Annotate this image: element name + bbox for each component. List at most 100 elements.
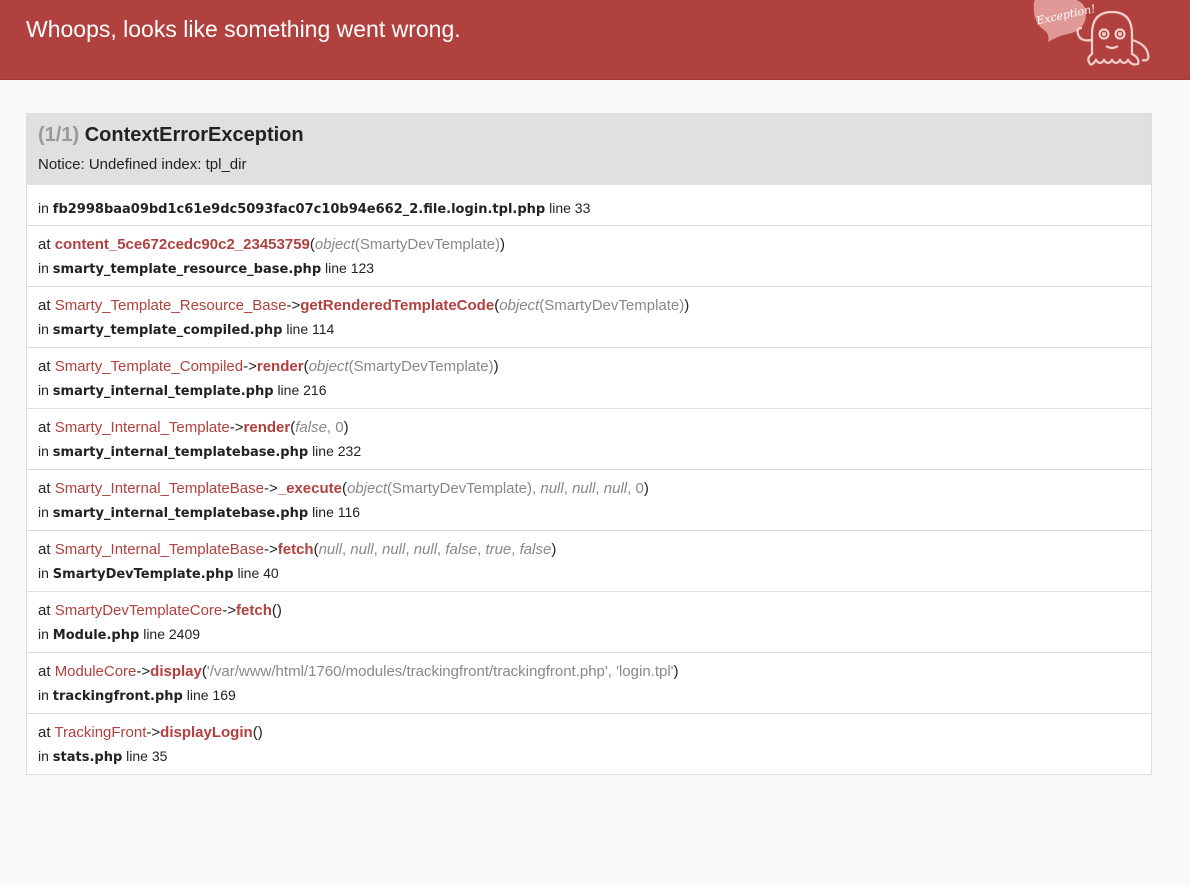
trace-paren-close: ) xyxy=(551,541,557,558)
trace-function: render xyxy=(256,358,304,375)
trace-at-label: at xyxy=(38,663,51,680)
trace-line: line 33 xyxy=(549,200,591,216)
trace-args: object(SmartyDevTemplate) xyxy=(499,297,685,314)
trace-location: in smarty_internal_template.php line 216 xyxy=(38,382,1140,400)
trace-function: getRenderedTemplateCode xyxy=(300,297,495,314)
trace-at-label: at xyxy=(38,358,51,375)
trace-in-label: in xyxy=(38,260,49,276)
trace-at-label: at xyxy=(38,724,51,741)
trace-location: in smarty_internal_templatebase.php line… xyxy=(38,443,1140,461)
trace-line: line 232 xyxy=(312,443,362,459)
trace-location: in SmartyDevTemplate.php line 40 xyxy=(38,565,1140,583)
trace-function: fetch xyxy=(277,541,314,558)
trace-class: ModuleCore xyxy=(54,663,137,680)
trace-line: line 123 xyxy=(325,260,375,276)
trace-call: at Smarty_Template_Resource_Base->getRen… xyxy=(38,297,1140,315)
trace-args: object(SmartyDevTemplate) xyxy=(314,236,500,253)
trace-call: at Smarty_Internal_TemplateBase->fetch(n… xyxy=(38,541,1140,559)
trace-file: smarty_internal_templatebase.php xyxy=(52,445,309,460)
trace-function: content_5ce672cedc90c2_23453759 xyxy=(54,236,310,253)
trace-line: line 35 xyxy=(126,748,168,764)
trace-in-label: in xyxy=(38,565,49,581)
trace-class: Smarty_Internal_TemplateBase xyxy=(54,480,264,497)
trace-call: at Smarty_Template_Compiled->render(obje… xyxy=(38,358,1140,376)
stack-trace: in fb2998baa09bd1c61e9dc5093fac07c10b94e… xyxy=(27,185,1151,774)
trace-arrow: -> xyxy=(263,480,278,497)
exception-block: (1/1) ContextErrorException Notice: Unde… xyxy=(26,113,1152,775)
trace-in-label: in xyxy=(38,687,49,703)
trace-file: fb2998baa09bd1c61e9dc5093fac07c10b94e662… xyxy=(52,202,546,217)
trace-call: at Smarty_Internal_TemplateBase->_execut… xyxy=(38,480,1140,498)
trace-in-label: in xyxy=(38,200,49,216)
trace-at-label: at xyxy=(38,602,51,619)
trace-in-label: in xyxy=(38,443,49,459)
trace-location: in Module.php line 2409 xyxy=(38,626,1140,644)
trace-class: SmartyDevTemplateCore xyxy=(54,602,223,619)
trace-function: render xyxy=(243,419,291,436)
trace-location: in fb2998baa09bd1c61e9dc5093fac07c10b94e… xyxy=(38,200,1140,218)
trace-paren-close: ) xyxy=(499,236,505,253)
trace-file: smarty_internal_templatebase.php xyxy=(52,506,309,521)
trace-location: in smarty_template_compiled.php line 114 xyxy=(38,321,1140,339)
trace-arrow: -> xyxy=(286,297,301,314)
trace-arrow: -> xyxy=(243,358,257,375)
trace-function: displayLogin xyxy=(160,724,253,741)
trace-file: Module.php xyxy=(52,628,140,643)
trace-item: at Smarty_Internal_TemplateBase->fetch(n… xyxy=(27,530,1151,591)
trace-arrow: -> xyxy=(263,541,278,558)
trace-file: stats.php xyxy=(52,750,123,765)
trace-at-label: at xyxy=(38,541,51,558)
trace-paren-close: ) xyxy=(343,419,349,436)
trace-in-label: in xyxy=(38,504,49,520)
trace-line: line 216 xyxy=(277,382,327,398)
trace-call: at ModuleCore->display('/var/www/html/17… xyxy=(38,663,1140,681)
trace-call: at SmartyDevTemplateCore->fetch() xyxy=(38,602,1140,620)
trace-arrow: -> xyxy=(222,602,237,619)
trace-file: SmartyDevTemplate.php xyxy=(52,567,234,582)
trace-call: at Smarty_Internal_Template->render(fals… xyxy=(38,419,1140,437)
error-header: Whoops, looks like something went wrong.… xyxy=(0,0,1190,80)
trace-file: smarty_template_resource_base.php xyxy=(52,262,322,277)
exception-class: ContextErrorException xyxy=(84,124,304,146)
trace-class: TrackingFront xyxy=(54,724,147,741)
trace-item: at Smarty_Internal_TemplateBase->_execut… xyxy=(27,469,1151,530)
trace-paren-close: ) xyxy=(493,358,499,375)
trace-args: false, 0 xyxy=(295,419,344,436)
exception-title: (1/1) ContextErrorException xyxy=(38,124,1140,146)
trace-item: at ModuleCore->display('/var/www/html/17… xyxy=(27,652,1151,713)
trace-paren-close: ) xyxy=(684,297,690,314)
trace-function: display xyxy=(150,663,202,680)
trace-location: in smarty_internal_templatebase.php line… xyxy=(38,504,1140,522)
trace-at-label: at xyxy=(38,297,51,314)
trace-class: Smarty_Template_Compiled xyxy=(54,358,244,375)
trace-item: at content_5ce672cedc90c2_23453759(objec… xyxy=(27,225,1151,286)
exception-count: (1/1) xyxy=(38,124,80,146)
trace-file: smarty_template_compiled.php xyxy=(52,323,283,338)
trace-function: _execute xyxy=(277,480,342,497)
trace-location: in smarty_template_resource_base.php lin… xyxy=(38,260,1140,278)
trace-call: at content_5ce672cedc90c2_23453759(objec… xyxy=(38,236,1140,254)
page-title: Whoops, looks like something went wrong. xyxy=(26,16,461,42)
trace-arrow: -> xyxy=(229,419,244,436)
trace-paren-close: ) xyxy=(643,480,649,497)
trace-class: Smarty_Internal_TemplateBase xyxy=(54,541,264,558)
exception-message: Notice: Undefined index: tpl_dir xyxy=(38,156,247,173)
trace-location: in trackingfront.php line 169 xyxy=(38,687,1140,705)
trace-at-label: at xyxy=(38,419,51,436)
trace-item: at SmartyDevTemplateCore->fetch() in Modu… xyxy=(27,591,1151,652)
trace-line: line 116 xyxy=(312,504,361,520)
trace-location: in stats.php line 35 xyxy=(38,748,1140,766)
trace-args: null, null, null, null, false, true, fal… xyxy=(318,541,552,558)
trace-at-label: at xyxy=(38,480,51,497)
trace-function: fetch xyxy=(236,602,272,619)
trace-at-label: at xyxy=(38,236,51,253)
trace-line: line 40 xyxy=(237,565,279,581)
trace-arrow: -> xyxy=(146,724,161,741)
trace-item-origin: in fb2998baa09bd1c61e9dc5093fac07c10b94e… xyxy=(27,185,1151,225)
trace-args: object(SmartyDevTemplate), null, null, n… xyxy=(346,480,644,497)
exception-header: (1/1) ContextErrorException Notice: Unde… xyxy=(27,114,1151,185)
trace-in-label: in xyxy=(38,321,49,337)
trace-call: at TrackingFront->displayLogin() xyxy=(38,724,1140,742)
trace-item: at Smarty_Template_Compiled->render(obje… xyxy=(27,347,1151,408)
trace-item: at TrackingFront->displayLogin() in stats… xyxy=(27,713,1151,774)
